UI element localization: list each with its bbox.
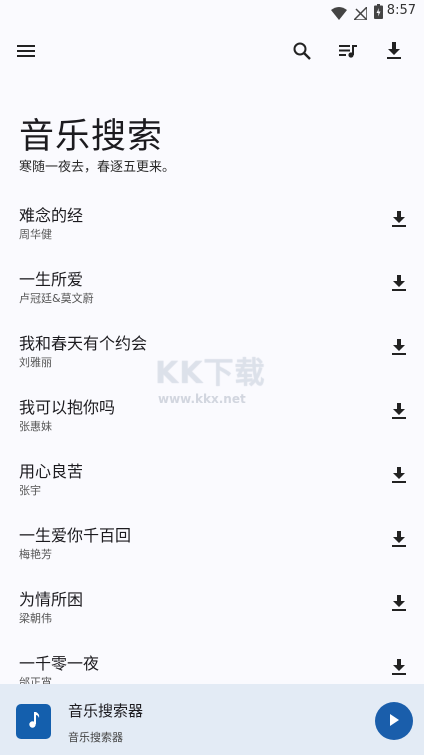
song-item[interactable]: 为情所困 梁朝伟 bbox=[0, 574, 424, 638]
song-artist: 张宇 bbox=[19, 484, 41, 497]
song-item[interactable]: 用心良苦 张宇 bbox=[0, 446, 424, 510]
song-artist: 周华健 bbox=[19, 228, 52, 241]
status-time: 8:57 bbox=[386, 3, 416, 18]
top-app-bar bbox=[0, 30, 424, 76]
song-download-button[interactable] bbox=[386, 272, 412, 298]
player-subtitle: 音乐搜索器 bbox=[68, 731, 123, 744]
download-icon bbox=[391, 338, 407, 360]
song-artist: 张惠妹 bbox=[19, 420, 52, 433]
mini-player[interactable]: 音乐搜索器 音乐搜索器 bbox=[0, 684, 424, 755]
music-note-icon bbox=[27, 711, 41, 733]
download-button[interactable] bbox=[378, 37, 410, 69]
song-artist: 邰正宵 bbox=[19, 676, 52, 684]
battery-charging-icon bbox=[374, 4, 383, 23]
song-item[interactable]: 我和春天有个约会 刘雅丽 bbox=[0, 318, 424, 382]
song-artist: 梁朝伟 bbox=[19, 612, 52, 625]
song-artist: 刘雅丽 bbox=[19, 356, 52, 369]
song-artist: 梅艳芳 bbox=[19, 548, 52, 561]
song-title: 为情所困 bbox=[19, 590, 84, 609]
download-icon bbox=[391, 402, 407, 424]
song-download-button[interactable] bbox=[386, 592, 412, 618]
song-artist: 卢冠廷&莫文蔚 bbox=[19, 292, 94, 305]
song-download-button[interactable] bbox=[386, 464, 412, 490]
song-download-button[interactable] bbox=[386, 208, 412, 234]
menu-button[interactable] bbox=[10, 37, 42, 69]
page-title: 音乐搜索 bbox=[19, 117, 164, 157]
download-icon bbox=[391, 466, 407, 488]
download-icon bbox=[391, 210, 407, 232]
search-button[interactable] bbox=[286, 37, 318, 69]
song-title: 一千零一夜 bbox=[19, 654, 100, 673]
album-art bbox=[16, 704, 51, 739]
song-title: 一生爱你千百回 bbox=[19, 526, 132, 545]
search-icon bbox=[292, 41, 312, 65]
play-icon bbox=[388, 712, 400, 731]
no-signal-icon bbox=[352, 5, 368, 24]
status-bar: 8:57 bbox=[0, 0, 424, 24]
song-title: 我和春天有个约会 bbox=[19, 334, 148, 353]
download-icon bbox=[385, 41, 403, 65]
song-list: 难念的经 周华健 一生所爱 卢冠廷&莫文蔚 我和春天有个约会 刘雅丽 我可以抱你… bbox=[0, 190, 424, 684]
page-subtitle: 寒随一夜去，春逐五更来。 bbox=[19, 160, 176, 175]
wifi-icon bbox=[331, 5, 347, 24]
song-item[interactable]: 我可以抱你吗 张惠妹 bbox=[0, 382, 424, 446]
song-download-button[interactable] bbox=[386, 528, 412, 554]
download-icon bbox=[391, 530, 407, 552]
queue-music-button[interactable] bbox=[332, 37, 364, 69]
song-title: 一生所爱 bbox=[19, 270, 84, 289]
player-title: 音乐搜索器 bbox=[68, 702, 144, 720]
download-icon bbox=[391, 658, 407, 680]
song-download-button[interactable] bbox=[386, 400, 412, 426]
download-icon bbox=[391, 274, 407, 296]
download-icon bbox=[391, 594, 407, 616]
song-item[interactable]: 一千零一夜 邰正宵 bbox=[0, 638, 424, 684]
queue-music-icon bbox=[338, 42, 358, 64]
song-item[interactable]: 一生所爱 卢冠廷&莫文蔚 bbox=[0, 254, 424, 318]
play-button[interactable] bbox=[375, 702, 413, 740]
song-item[interactable]: 一生爱你千百回 梅艳芳 bbox=[0, 510, 424, 574]
song-title: 我可以抱你吗 bbox=[19, 398, 116, 417]
song-title: 用心良苦 bbox=[19, 462, 84, 481]
song-download-button[interactable] bbox=[386, 336, 412, 362]
song-download-button[interactable] bbox=[386, 656, 412, 682]
menu-icon bbox=[16, 43, 36, 63]
song-title: 难念的经 bbox=[19, 206, 84, 225]
song-item[interactable]: 难念的经 周华健 bbox=[0, 190, 424, 254]
